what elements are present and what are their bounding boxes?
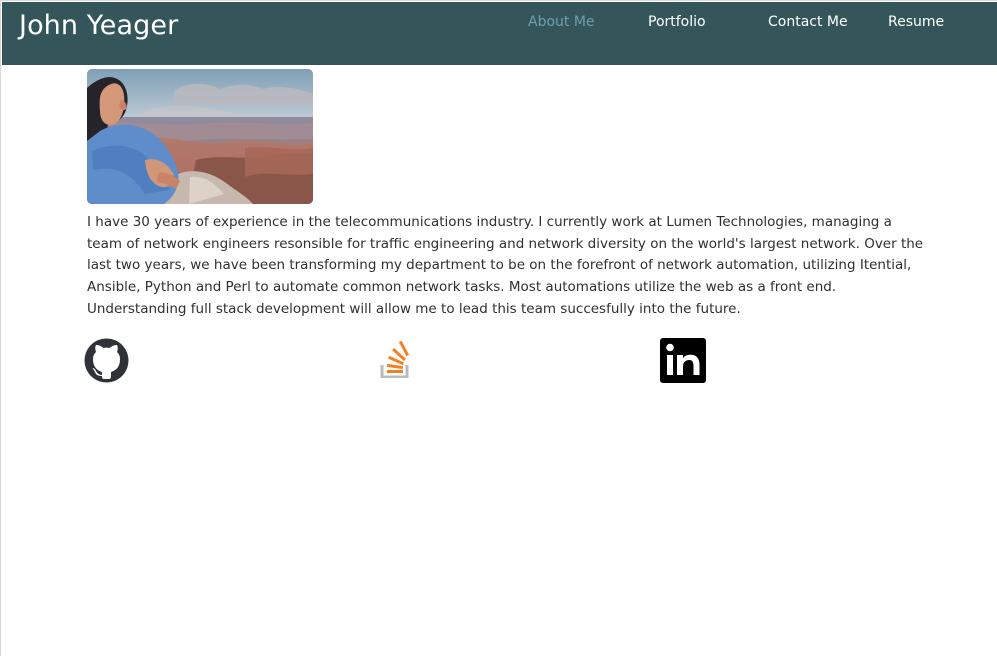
nav-about-me-link[interactable]: About Me — [528, 13, 595, 31]
github-icon — [84, 338, 129, 383]
nav-resume-link[interactable]: Resume — [888, 13, 944, 31]
site-title: John Yeager — [19, 10, 179, 41]
stack-overflow-link[interactable] — [379, 340, 410, 379]
page-frame: John Yeager About Me Portfolio Contact M… — [0, 0, 997, 656]
stack-overflow-icon — [380, 340, 410, 379]
profile-photo — [87, 69, 313, 204]
github-link[interactable] — [84, 338, 129, 383]
linkedin-icon — [660, 338, 706, 383]
top-navigation-bar: John Yeager About Me Portfolio Contact M… — [2, 2, 997, 65]
about-me-bio: I have 30 years of experience in the tel… — [87, 214, 924, 317]
nav-contact-me-link[interactable]: Contact Me — [768, 13, 848, 31]
canyon-portrait-illustration — [87, 69, 313, 204]
nav-portfolio-link[interactable]: Portfolio — [648, 13, 706, 31]
linkedin-link[interactable] — [660, 338, 706, 383]
